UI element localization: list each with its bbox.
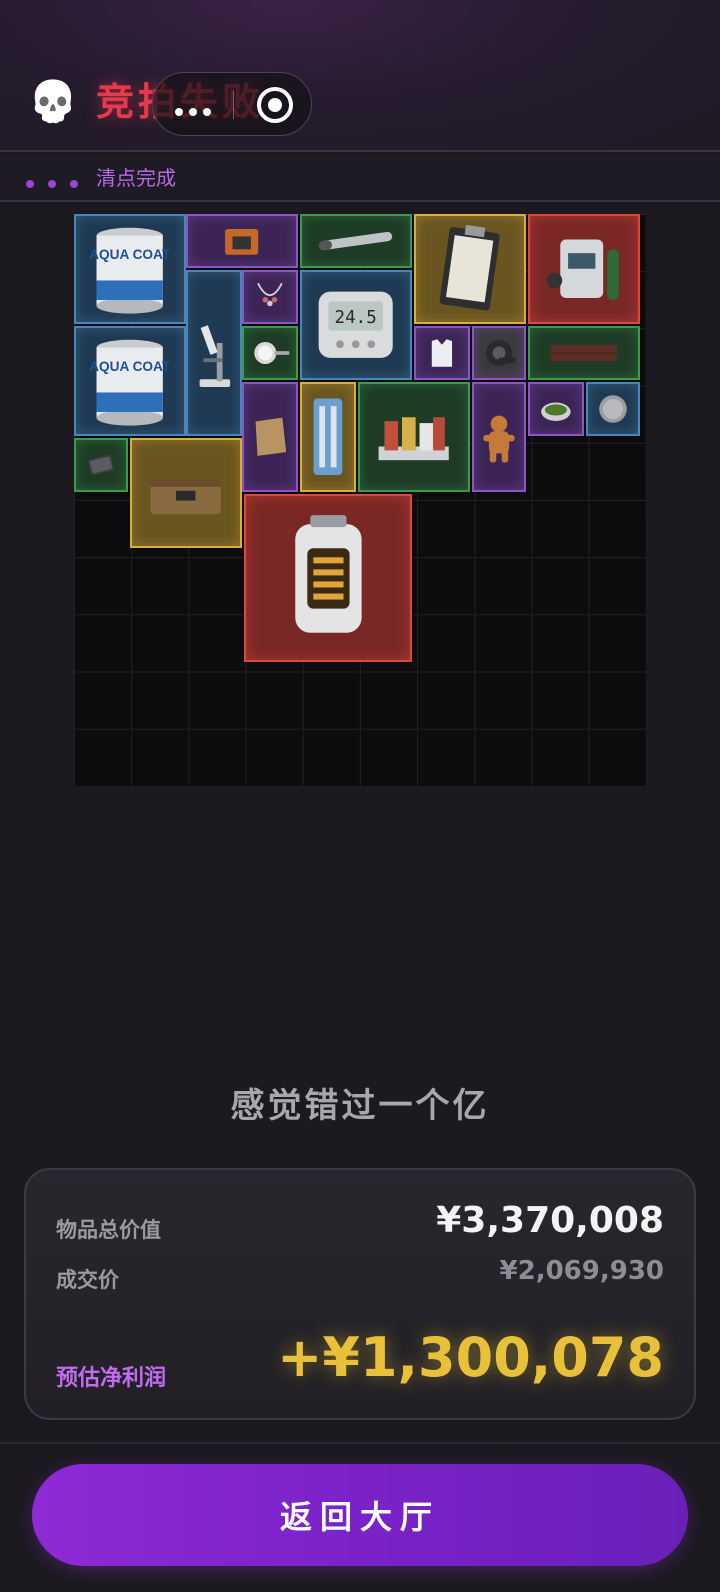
reactor-core-icon [294,514,362,633]
item-gingerbread-man[interactable] [472,382,526,492]
footer-divider [0,1442,720,1444]
profit-value: +¥1,300,078 [277,1326,664,1389]
item-herb-bowl[interactable] [528,382,584,436]
total-value-label: 物品总价值 [56,1218,161,1242]
item-body-armor-vest[interactable] [414,326,470,380]
item-microscope[interactable] [186,270,242,436]
item-metal-rod[interactable] [300,214,412,268]
item-necklace[interactable] [242,270,298,324]
item-digital-meter[interactable]: 24.5 [300,270,412,380]
item-ammo-crate[interactable] [130,438,242,548]
paint-can-label: AQUA COAT [89,359,171,374]
radio-device-icon [225,229,259,255]
digital-meter-readout: 24.5 [335,308,377,328]
header-bar: 💀 竞拍失败 [0,0,720,152]
item-breathing-apparatus[interactable] [528,214,640,324]
status-text: 清点完成 [96,166,176,190]
digital-meter-icon: 24.5 [318,291,394,359]
necklace-icon [257,282,283,307]
thermometer-dial-icon [254,341,290,365]
item-tool-case[interactable] [300,382,356,492]
clipboard-icon [439,225,501,311]
item-radio-device[interactable] [186,214,298,268]
item-wooden-plank[interactable] [528,326,640,380]
coin-icon [599,395,627,423]
total-value: ¥3,370,008 [436,1200,664,1241]
hard-drive-icon [87,454,115,476]
loading-dots-icon [26,173,92,192]
result-summary-card: 物品总价值 ¥3,370,008 成交价 ¥2,069,930 预估净利润 +¥… [24,1168,696,1420]
old-paper-icon [255,417,287,457]
item-spice-rack[interactable] [358,382,470,492]
metal-rod-icon [319,231,393,251]
item-hard-drive[interactable] [74,438,128,492]
tool-case-icon [313,398,343,476]
item-coin[interactable] [586,382,640,436]
inventory-grid: AQUA COAT AQUA COAT 24.5 [74,214,646,786]
more-dots-icon[interactable] [175,101,217,120]
paint-can-icon: AQUA COAT [89,340,171,426]
gingerbread-man-icon [483,415,515,463]
return-lobby-button[interactable]: 返回大厅 [32,1464,688,1566]
herb-bowl-icon [541,402,571,421]
ammo-crate-icon [150,479,222,515]
item-paint-can[interactable]: AQUA COAT [74,326,186,436]
deal-price-label: 成交价 [56,1268,119,1292]
status-bar: 清点完成 [0,154,720,202]
capsule-divider [233,91,234,119]
item-reactor-core[interactable] [244,494,412,662]
item-clipboard[interactable] [414,214,526,324]
deal-price-value: ¥2,069,930 [499,1256,664,1286]
vest-icon [431,339,453,367]
item-thermometer-dial[interactable] [242,326,298,380]
wooden-plank-icon [550,344,618,362]
microscope-icon [199,325,231,388]
breathing-apparatus-icon [546,239,620,301]
paint-can-label: AQUA COAT [89,247,171,262]
target-circle-icon[interactable] [257,87,293,123]
item-old-paper[interactable] [242,382,298,492]
duct-tape-icon [486,340,516,366]
profit-label: 预估净利润 [56,1366,167,1391]
result-slogan: 感觉错过一个亿 [230,1086,490,1126]
item-duct-tape[interactable] [472,326,526,380]
mini-program-capsule [152,72,312,136]
item-paint-can[interactable]: AQUA COAT [74,214,186,324]
paint-can-icon: AQUA COAT [89,228,171,314]
skull-icon: 💀 [28,79,78,125]
spice-rack-icon [378,417,450,461]
